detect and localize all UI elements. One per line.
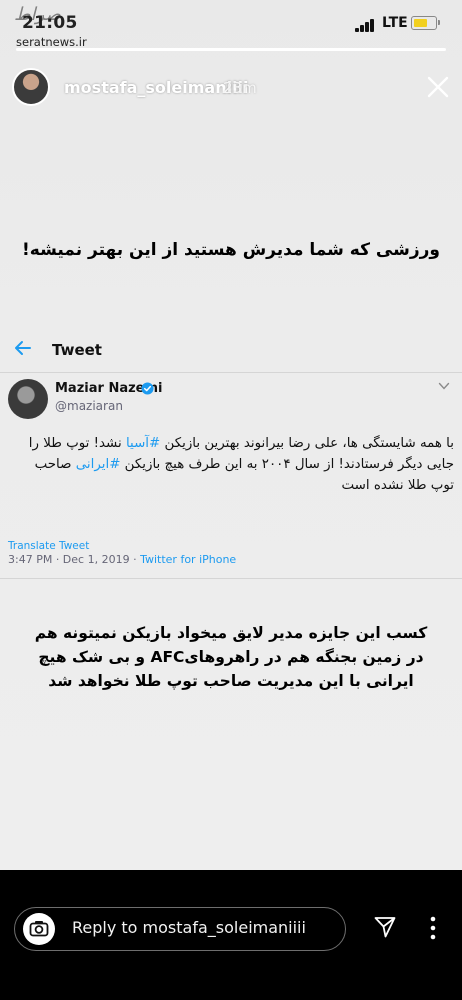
- reply-placeholder[interactable]: Reply to mostafa_soleimaniiii: [72, 918, 306, 937]
- tweet-text: با همه شایستگی ها، علی رضا بیرانوند بهتر…: [160, 436, 455, 451]
- send-icon[interactable]: [373, 915, 397, 939]
- story-progress-fill: [16, 48, 446, 51]
- network-type: LTE: [382, 15, 408, 31]
- tweet-body: با همه شایستگی ها، علی رضا بیرانوند بهتر…: [10, 433, 454, 496]
- chevron-down-icon: [438, 382, 450, 390]
- translate-tweet-link: Translate Tweet: [8, 540, 90, 552]
- more-options-icon[interactable]: [430, 915, 436, 941]
- watermark-site: seratnews.ir: [16, 35, 87, 49]
- divider: [0, 578, 462, 579]
- story-time-ago: 23m: [223, 79, 257, 97]
- tweet-author-avatar: [8, 379, 48, 419]
- story-avatar[interactable]: [12, 68, 50, 106]
- story-caption-top: ورزشی که شما مدیرش هستید از این بهتر نمی…: [22, 240, 440, 260]
- back-arrow-icon: [15, 341, 31, 355]
- tweet-metadata: 3:47 PM · Dec 1, 2019 · Twitter for iPho…: [8, 553, 236, 566]
- camera-icon[interactable]: [22, 912, 56, 946]
- story-progress-bar: [16, 48, 446, 51]
- verified-badge-icon: [141, 382, 154, 395]
- hashtag-link: #آسیا: [125, 436, 161, 451]
- close-icon[interactable]: [426, 75, 450, 99]
- divider: [0, 372, 462, 373]
- story-frame: صراط 21:05 seratnews.ir LTE mostafa_sole…: [0, 0, 462, 870]
- tweet-source: Twitter for iPhone: [140, 553, 237, 566]
- story-caption-bottom: کسب این جایزه مدیر لایق میخواد بازیکن نم…: [34, 624, 428, 690]
- signal-icon: [355, 18, 377, 32]
- tweet-timestamp: 3:47 PM · Dec 1, 2019 ·: [8, 553, 141, 566]
- hashtag-link: #ایرانی: [75, 457, 121, 472]
- tweet-header-title: Tweet: [52, 341, 102, 359]
- story-username[interactable]: mostafa_soleimaniiii: [64, 78, 249, 97]
- battery-icon: [411, 16, 440, 30]
- status-time: 21:05: [22, 13, 78, 33]
- tweet-author-handle: @maziaran: [55, 399, 123, 413]
